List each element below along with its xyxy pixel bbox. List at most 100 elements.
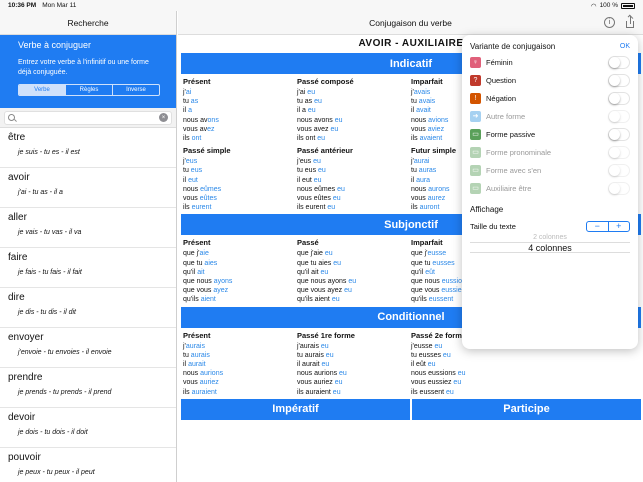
conjugation-stem: que tu aies [297, 259, 334, 267]
variant-toggle[interactable] [608, 73, 630, 87]
conjugation-ending: ai [185, 89, 192, 96]
conjugation-ending: aurons [428, 185, 450, 193]
conjugation-ending: eu [446, 388, 454, 396]
conjugation-line: qu'ils aient [183, 295, 295, 304]
conjugation-ending: aurais [185, 342, 205, 350]
conjugation-ending: avait [416, 107, 431, 115]
variant-toggle[interactable] [608, 55, 630, 69]
conjugation-stem: que nous [411, 278, 442, 286]
variant-toggle [608, 145, 630, 159]
conjugation-ending: as [190, 98, 199, 106]
conjugation-ending: eu [453, 379, 462, 387]
picker-option-prev[interactable]: 2 colonnes [470, 233, 630, 242]
search-input[interactable] [19, 114, 159, 121]
verb-list-item[interactable]: dire je dis - tu dis - il dit [0, 288, 176, 328]
conjugation-stem: vous eûtes [297, 195, 333, 203]
conjugation-stem: tu [411, 98, 419, 106]
wifi-icon: ◠ [590, 2, 597, 10]
popover-title: Variante de conjugaison [470, 41, 556, 51]
ok-button[interactable]: OK [620, 43, 630, 50]
conjugation-line: tu aurais eu [297, 351, 409, 360]
verb-name: aller [8, 212, 27, 223]
verb-list-item[interactable]: devoir je dois - tu dois - il doit [0, 408, 176, 448]
conjugation-stem: qu'ils aient [297, 296, 332, 304]
conjugation-stem: que nous [183, 278, 214, 286]
conjugation-ending: ayons [213, 278, 233, 286]
conjugation-stem: que j'aie [297, 250, 325, 258]
conjugation-stem: vous eussiez [411, 379, 454, 387]
variant-option: ? Question [470, 71, 630, 89]
conjugation-line: il aurait eu [297, 360, 409, 369]
conjugation-ending: auras [418, 167, 437, 175]
decrease-size-button[interactable]: − [587, 221, 609, 231]
conjugation-stem: que nous ayons [297, 278, 349, 286]
verb-input-title: Verbe à conjuguer [18, 40, 92, 50]
conjugation-ending: eut [188, 176, 198, 184]
conjugation-stem: il eût [411, 361, 428, 369]
conjugation-line: vous avez eu [297, 125, 409, 134]
section-participe: Participe [412, 398, 641, 420]
conjugation-ending: aurez [427, 195, 446, 203]
verb-name: dire [8, 292, 25, 303]
segment-regles[interactable]: Règles [66, 85, 113, 95]
verb-forms: je vais - tu vas - il va [18, 229, 82, 236]
tense-name: Passé simple [183, 146, 231, 156]
conjugation-stem: ils [183, 204, 192, 212]
verb-list-item[interactable]: faire je fais - tu fais - il fait [0, 248, 176, 288]
picker-option-selected[interactable]: 4 colonnes [470, 242, 630, 253]
conjugation-line: vous eûtes [183, 194, 295, 203]
conjugation-line: il aurait [183, 360, 295, 369]
conjugation-stem: qu'il ait [297, 268, 321, 276]
variant-options: ♀ Féminin? Question! Négation ➜ Autre forme ▭ F… [470, 53, 630, 197]
conjugation-ending: eu [332, 195, 341, 203]
pronominal-icon: ▭ [470, 146, 481, 158]
conjugation-ending: eu [334, 116, 343, 124]
conjugation-line: qu'ils aient eu [297, 295, 409, 304]
info-icon[interactable]: i [604, 17, 615, 28]
conjugation-ending: eus [185, 158, 198, 166]
variant-option: ♀ Féminin [470, 53, 630, 71]
battery-icon [621, 2, 635, 9]
verb-list-item[interactable]: prendre je prends - tu prends - il prend [0, 368, 176, 408]
tense-block: Passé antérieur j'eus eu tu eus eu il eut e… [295, 145, 409, 212]
search-panel-header: Recherche [0, 11, 176, 35]
variant-toggle[interactable] [608, 91, 630, 105]
conjugation-stem: tu eusses [411, 351, 443, 359]
verb-list-item[interactable]: avoir j'ai - tu as - il a [0, 168, 176, 208]
conjugation-line: nous eussions eu [411, 369, 523, 378]
conjugation-ending: avais [418, 98, 436, 106]
conjugation-ending: eu [344, 287, 352, 295]
conjugation-ending: eu [313, 158, 321, 166]
status-bar: 10:36 PM Mon Mar 11 ◠ 100 % [0, 0, 643, 11]
variant-option: ➜ Autre forme [470, 107, 630, 125]
share-icon[interactable] [625, 14, 635, 28]
column-picker[interactable]: 2 colonnes 4 colonnes [470, 233, 630, 253]
increase-size-button[interactable]: + [609, 221, 630, 231]
conjugation-stem: que vous [183, 287, 214, 295]
clear-icon[interactable]: × [159, 113, 168, 122]
conjugation-stem: que vous [411, 287, 442, 295]
variant-option: ▭ Forme pronominale [470, 143, 630, 161]
conjugation-stem: qu'ils [183, 296, 201, 304]
conjugation-stem: nous [411, 185, 429, 193]
verb-list-item[interactable]: être je suis - tu es - il est [0, 128, 176, 168]
verb-list-item[interactable]: pouvoir je peux - tu peux - il peut [0, 448, 176, 482]
segment-verbe[interactable]: Verbe [19, 85, 66, 95]
conjugation-stem: que tu [411, 259, 433, 267]
tense-block: Présent j'ai tu as il a nous avons vous avez i… [181, 76, 295, 143]
variant-toggle[interactable] [608, 127, 630, 141]
conjugation-stem: nous [183, 185, 201, 193]
conjugation-ending: eu [333, 259, 341, 267]
conjugation-ending: aura [416, 176, 431, 184]
conjugation-line: il eut [183, 176, 295, 185]
verb-list-item[interactable]: aller je vais - tu vas - il va [0, 208, 176, 248]
conjugation-line: il eût eu [411, 360, 523, 369]
conjugation-line: qu'il ait [183, 268, 295, 277]
tense-name: Passé composé [297, 77, 354, 86]
conjugation-stem: j'eusse [411, 342, 435, 350]
conjugation-stem: ils [183, 388, 192, 396]
conjugation-stem: nous eussions [411, 370, 458, 378]
segment-inverse[interactable]: Inverse [113, 85, 159, 95]
verb-list-item[interactable]: envoyer j'envoie - tu envoies - il envoie [0, 328, 176, 368]
conjugation-line: vous eûtes eu [297, 194, 409, 203]
